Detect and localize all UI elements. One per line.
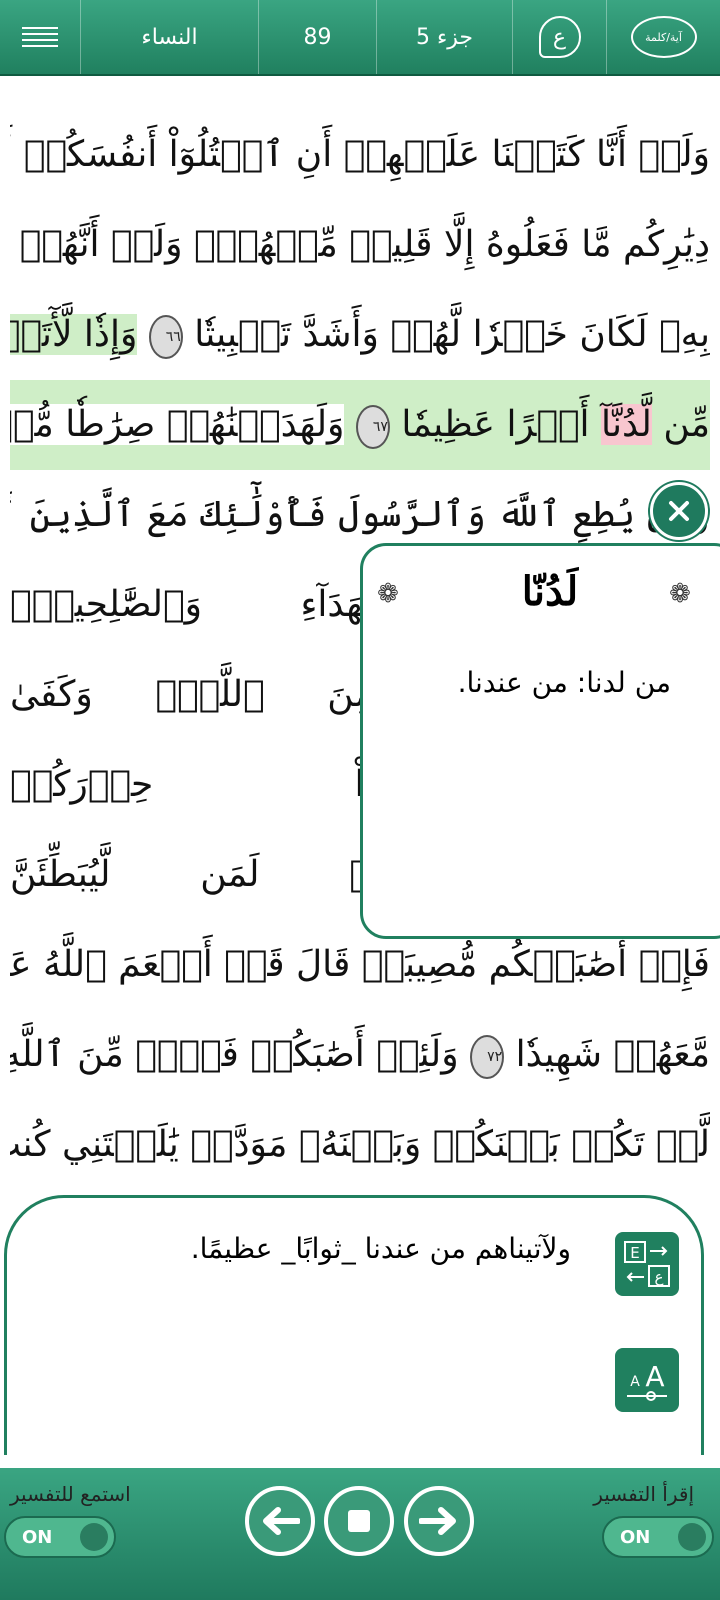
quran-line-highlighted[interactable]: مِّن لَّدُنَّآ أَجۡرًا عَظِيمٗا ٦٧ وَلَه… — [10, 380, 710, 470]
toggle-knob — [80, 1523, 108, 1551]
bottom-bar: استمع للتفسير إقرأ التفسير ON ON — [0, 1468, 720, 1600]
quran-line-text[interactable]: فَإِنۡ أَصَٰبَتۡكُم مُّصِيبَةٞ قَالَ قَد… — [10, 944, 710, 985]
read-tafsir-label: إقرأ التفسير — [593, 1482, 694, 1506]
quran-words[interactable]: وَلَهَدَيۡنَٰهُمۡ صِرَٰطٗا مُّسۡتَقِيمٗا — [10, 404, 345, 445]
font-size-button[interactable]: A A — [615, 1348, 679, 1412]
quran-line-text[interactable]: دِيَٰرِكُم مَّا فَعَلُوهُ إِلَّا قَلِيلٞ… — [10, 224, 710, 265]
ayah-word-toggle-button[interactable]: آية/كلمة — [606, 0, 720, 74]
quran-line[interactable]: دِيَٰرِكُم مَّا فَعَلُوهُ إِلَّا قَلِيلٞ… — [10, 200, 710, 290]
arrow-right-icon — [419, 1507, 456, 1535]
toggle-knob — [678, 1523, 706, 1551]
surah-name[interactable]: النساء — [80, 0, 258, 74]
ayah-word-badge: آية/كلمة — [630, 16, 697, 58]
close-icon — [669, 501, 689, 521]
ayah-marker: ٦٦ — [148, 315, 183, 359]
translate-icon: E ع — [624, 1241, 670, 1287]
ain-button[interactable]: ع — [512, 0, 606, 74]
quran-line[interactable]: وَلَوۡ أَنَّا كَتَبۡنَا عَلَيۡهِمۡ أَنِ … — [10, 110, 710, 200]
ain-icon: ع — [538, 16, 581, 58]
quran-line-text[interactable]: بِهِۦ لَكَانَ خَيۡرٗا لَّهُمۡ وَأَشَدَّ … — [194, 314, 710, 355]
toggle-state-text: ON — [22, 1526, 53, 1548]
menu-icon — [22, 27, 58, 47]
listen-tafsir-toggle[interactable]: ON — [4, 1516, 116, 1558]
quran-word[interactable]: مِّن — [663, 404, 710, 445]
ayah-marker: ٦٧ — [355, 405, 390, 449]
svg-text:ع: ع — [655, 1268, 664, 1286]
font-size-icon: A A — [627, 1360, 667, 1401]
stop-icon — [348, 1510, 370, 1532]
highlighted-ayah-text[interactable]: وَإِذٗا لَّأٓتَيۡنَٰهُم — [10, 314, 138, 355]
word-meaning-popup: ❁ لَدُنّا ❁ من لدنا: من عندنا. — [360, 543, 720, 939]
top-bar: النساء 89 جزء 5 ع آية/كلمة — [0, 0, 720, 76]
svg-text:A: A — [630, 1374, 640, 1390]
juz-indicator[interactable]: جزء 5 — [376, 0, 512, 74]
translate-button[interactable]: E ع — [615, 1232, 679, 1296]
close-popup-button[interactable] — [650, 482, 708, 540]
menu-button[interactable] — [0, 0, 80, 74]
tafsir-text: ولآتيناهم من عندنا _ثوابًا_ عظيمًا. — [190, 1232, 571, 1265]
svg-text:A: A — [645, 1360, 664, 1393]
tafsir-panel: ولآتيناهم من عندنا _ثوابًا_ عظيمًا. E ع … — [4, 1195, 704, 1455]
quran-words[interactable]: أَجۡرًا عَظِيمٗا — [401, 404, 589, 445]
page-number[interactable]: 89 — [258, 0, 376, 74]
quran-line[interactable]: مَّعَهُمۡ شَهِيدٗا ٧٢ وَلَئِنۡ أَصَٰبَكُ… — [10, 1010, 710, 1100]
stop-button[interactable] — [324, 1486, 394, 1556]
quran-line[interactable]: لَّمۡ تَكُنۢ بَيۡنَكُمۡ وَبَيۡنَهُۥ مَوَ… — [10, 1100, 710, 1190]
previous-button[interactable] — [245, 1486, 315, 1556]
quran-line-text[interactable]: وَلَئِنۡ أَصَٰبَكُمۡ فَضۡلٞ مِّنَ ٱللَّه… — [10, 1034, 459, 1075]
listen-tafsir-label: استمع للتفسير — [10, 1482, 131, 1506]
quran-line-text[interactable]: وَلَوۡ أَنَّا كَتَبۡنَا عَلَيۡهِمۡ أَنِ … — [10, 134, 710, 175]
popup-word-meaning: من لدنا: من عندنا. — [457, 666, 671, 699]
ayah-marker: ٧٢ — [470, 1035, 505, 1079]
svg-text:E: E — [630, 1244, 639, 1262]
selected-word[interactable]: لَّدُنَّآ — [601, 404, 652, 445]
ornament-right-icon: ❁ — [669, 579, 691, 609]
next-button[interactable] — [404, 1486, 474, 1556]
arrow-left-icon — [263, 1507, 300, 1535]
toggle-state-text: ON — [620, 1526, 651, 1548]
quran-line[interactable]: بِهِۦ لَكَانَ خَيۡرٗا لَّهُمۡ وَأَشَدَّ … — [10, 290, 710, 380]
quran-line-text[interactable]: مَّعَهُمۡ شَهِيدٗا — [516, 1034, 710, 1075]
read-tafsir-toggle[interactable]: ON — [602, 1516, 714, 1558]
quran-line-text[interactable]: لَّمۡ تَكُنۢ بَيۡنَكُمۡ وَبَيۡنَهُۥ مَوَ… — [10, 1124, 710, 1165]
